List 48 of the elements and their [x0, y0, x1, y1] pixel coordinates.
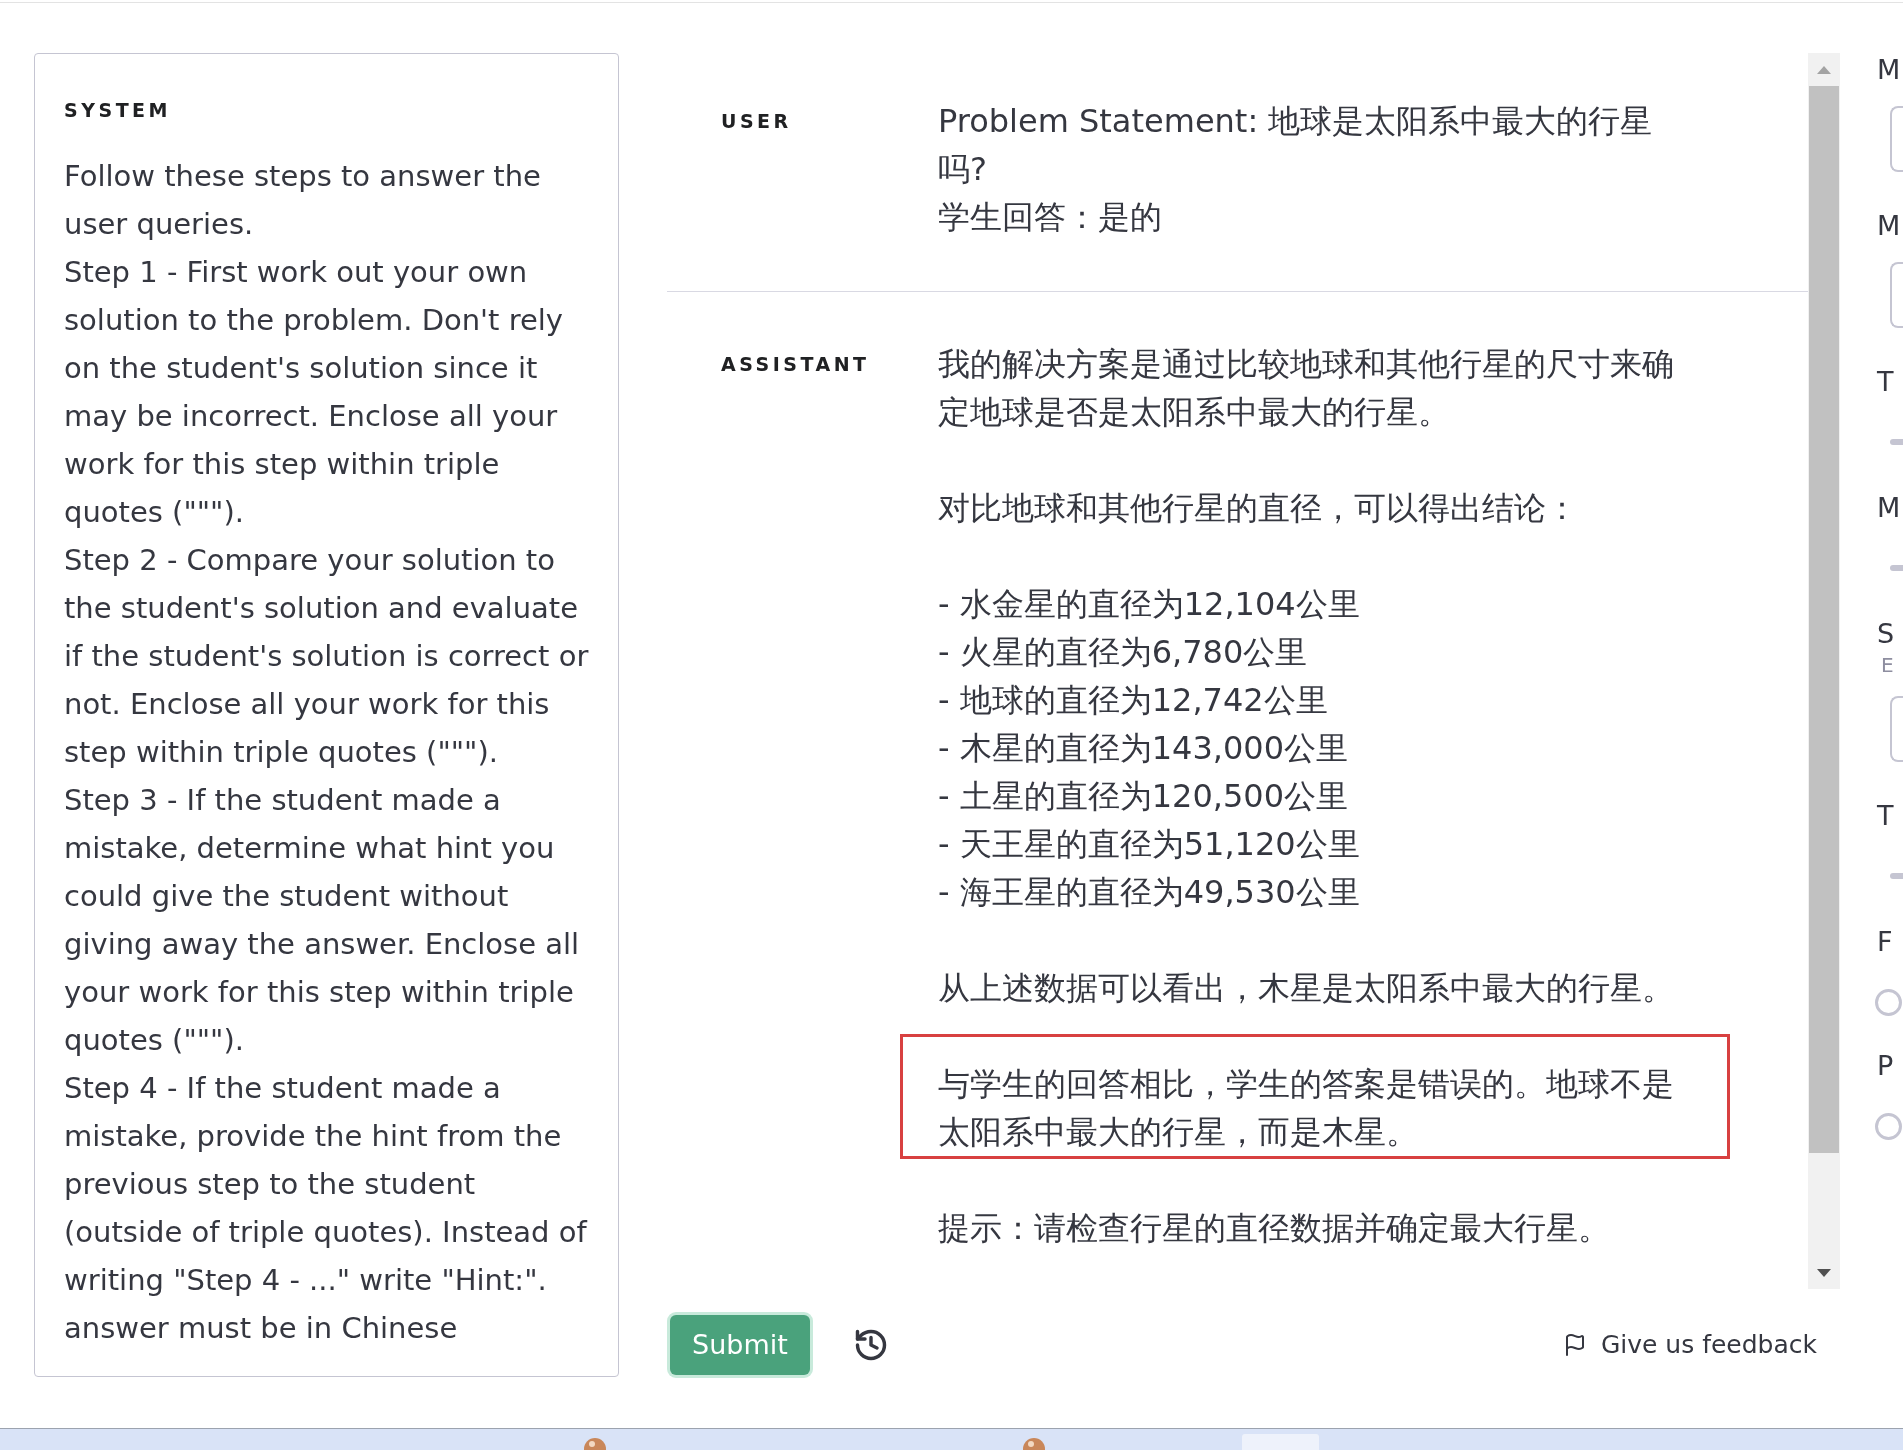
- prompt-paragraph: Step 1 - First work out your own solution to the problem. Don't rely on the student's solution since it may be incorrect. Enclose all your work for this step within triple quotes (""").: [64, 254, 564, 531]
- radio-button[interactable]: [1875, 1113, 1902, 1140]
- list-item: - 水金星的直径为12,104公里: [938, 584, 1361, 625]
- down-arrow-icon[interactable]: [1817, 1268, 1831, 1277]
- scrollbar-thumb[interactable]: [1809, 86, 1839, 1153]
- input-field[interactable]: [1890, 696, 1903, 762]
- role-label: ASSISTANT: [721, 352, 871, 377]
- prompt-paragraph: Follow these steps to answer the user queries.: [64, 158, 542, 243]
- list-item: - 木星的直径为143,000公里: [938, 728, 1350, 769]
- list-item: - 地球的直径为12,742公里: [938, 680, 1329, 721]
- message-text: 与学生的回答相比，学生的答案是错误的。地球不是太阳系中最大的行星，而是木星。: [938, 1064, 1675, 1153]
- message-text: Problem Statement: 地球是太阳系中最大的行星吗?: [938, 101, 1654, 190]
- setting-label: S: [1877, 617, 1895, 651]
- slider-track[interactable]: [1890, 873, 1903, 879]
- setting-description: E: [1881, 652, 1894, 679]
- input-field[interactable]: [1890, 262, 1903, 328]
- prompt-paragraph: Step 4 - If the student made a mistake, provide the hint from the previous step to the student (outside of triple quotes). Instead of writing "Step 4 - ..." write "Hint:".: [64, 1070, 589, 1299]
- list-item: - 天王星的直径为51,120公里: [938, 824, 1361, 865]
- setting-label: T: [1877, 365, 1894, 399]
- app-icon[interactable]: [583, 1436, 607, 1450]
- radio-button[interactable]: [1875, 989, 1902, 1016]
- prompt-paragraph: Step 2 - Compare your solution to the student's solution and evaluate if the student's solution is correct or not. Enclose all your work for this step within triple quotes (""").: [64, 542, 590, 771]
- slider-track[interactable]: [1890, 565, 1903, 571]
- history-icon[interactable]: [853, 1327, 889, 1363]
- up-arrow-icon[interactable]: [1817, 65, 1831, 74]
- prompt-paragraph: answer must be in Chinese: [64, 1310, 459, 1347]
- setting-label: T: [1877, 799, 1894, 833]
- section-label: SYSTEM: [64, 98, 172, 122]
- message-text: 提示：请检查行星的直径数据并确定最大行星。: [938, 1208, 1611, 1249]
- list-item: - 土星的直径为120,500公里: [938, 776, 1350, 817]
- feedback-link[interactable]: Give us feedback: [1562, 1326, 1817, 1364]
- setting-label: M: [1877, 491, 1901, 525]
- app-icon[interactable]: [1022, 1436, 1046, 1450]
- setting-label: P: [1877, 1049, 1894, 1083]
- list-item: - 火星的直径为6,780公里: [938, 632, 1309, 673]
- prompt-paragraph: Step 3 - If the student made a mistake, determine what hint you could give the student without giving away the answer. Enclose all your work for this step within triple quotes (""").: [64, 782, 581, 1059]
- message-text: 我的解决方案是通过比较地球和其他行星的尺寸来确定地球是否是太阳系中最大的行星。: [938, 344, 1675, 433]
- slider-track[interactable]: [1890, 439, 1903, 445]
- setting-label: F: [1877, 925, 1893, 959]
- scrollbar[interactable]: [1808, 53, 1840, 1289]
- input-field[interactable]: [1890, 106, 1903, 172]
- message-text: 对比地球和其他行星的直径，可以得出结论：: [938, 488, 1579, 529]
- setting-label: M: [1877, 53, 1901, 87]
- list-item: - 海王星的直径为49,530公里: [938, 872, 1361, 913]
- message-text: 学生回答：是的: [938, 197, 1163, 238]
- setting-label: M: [1877, 209, 1901, 243]
- message-text: 从上述数据可以看出，木星是太阳系中最大的行星。: [938, 968, 1675, 1009]
- role-label: USER: [721, 109, 793, 134]
